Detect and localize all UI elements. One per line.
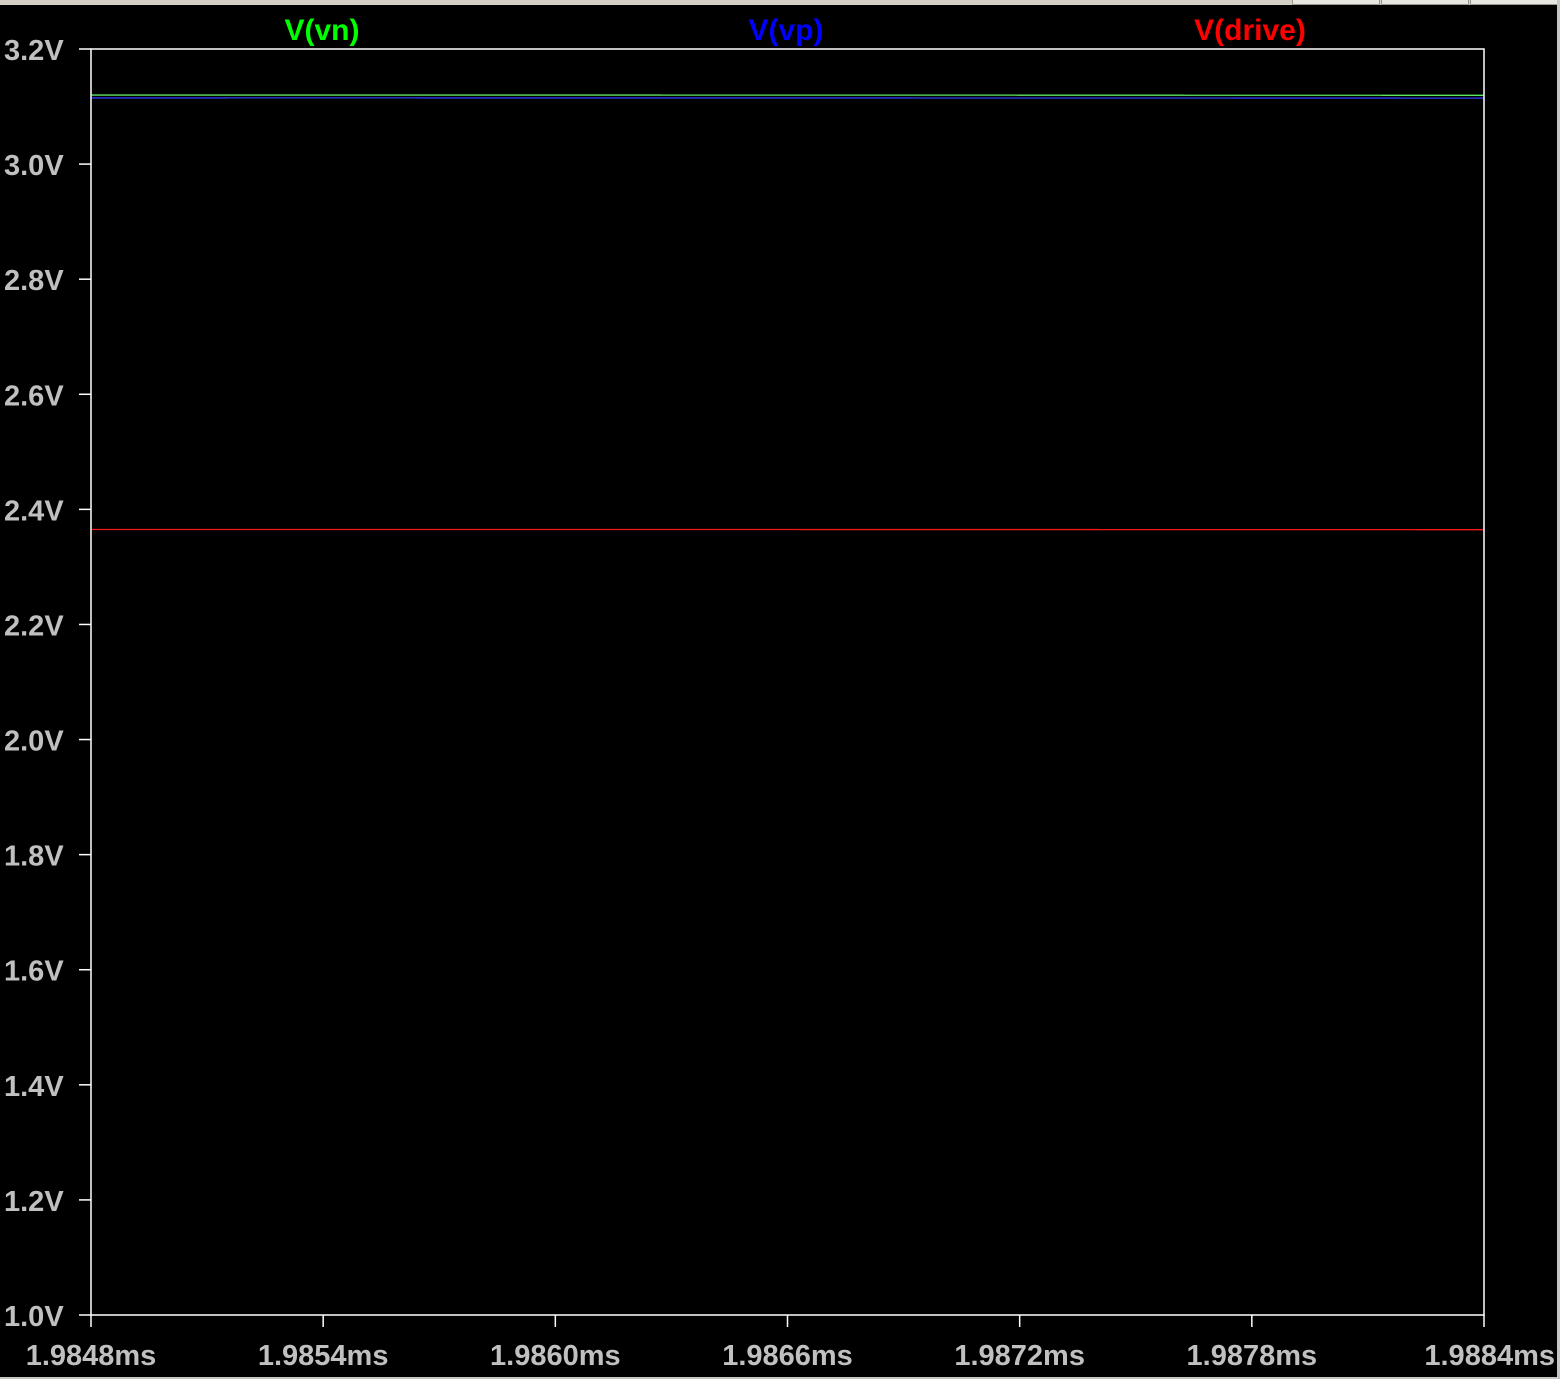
- trace-label-vn[interactable]: V(vn): [285, 14, 360, 47]
- trace-label-vp[interactable]: V(vp): [749, 14, 824, 47]
- y-tick-label: 2.8V: [4, 265, 64, 297]
- y-tick-label: 2.6V: [4, 380, 64, 412]
- y-tick-label: 2.4V: [4, 495, 64, 527]
- y-tick-label: 3.2V: [4, 35, 64, 67]
- trace-legend: V(vn) V(vp) V(drive): [285, 14, 1306, 47]
- x-tick-label: 1.9860ms: [490, 1340, 621, 1372]
- x-tick-label: 1.9884ms: [1424, 1340, 1555, 1372]
- x-tick-label: 1.9872ms: [954, 1340, 1085, 1372]
- waveform-plot[interactable]: 1.0V 1.2V 1.4V 1.6V 1.8V 2.0V 2.2V 2.4V 2.6V 2.8V…: [0, 0, 1560, 1379]
- y-tick-label: 2.0V: [4, 726, 64, 758]
- y-tick-label: 1.4V: [4, 1071, 64, 1103]
- plot-frame: [90, 48, 1485, 1316]
- y-axis: 1.0V 1.2V 1.4V 1.6V 1.8V 2.0V 2.2V 2.4V 2.6V 2.8V…: [4, 35, 91, 1333]
- x-tick-label: 1.9854ms: [258, 1340, 389, 1372]
- traces: [91, 94, 1485, 531]
- x-tick-label: 1.9878ms: [1187, 1340, 1318, 1372]
- y-tick-label: 1.8V: [4, 841, 64, 873]
- y-tick-label: 1.2V: [4, 1186, 64, 1218]
- x-axis: 1.9848ms 1.9854ms 1.9860ms 1.9866ms 1.9872ms…: [26, 1315, 1555, 1372]
- y-tick-label: 1.0V: [4, 1301, 64, 1333]
- y-tick-label: 2.2V: [4, 610, 64, 642]
- x-tick-label: 1.9848ms: [26, 1340, 157, 1372]
- trace-label-drive[interactable]: V(drive): [1194, 14, 1306, 47]
- y-tick-label: 3.0V: [4, 150, 64, 182]
- waveform-viewer-window: 1.0V 1.2V 1.4V 1.6V 1.8V 2.0V 2.2V 2.4V 2.6V 2.8V…: [0, 0, 1560, 1379]
- x-tick-label: 1.9866ms: [722, 1340, 853, 1372]
- y-tick-label: 1.6V: [4, 956, 64, 988]
